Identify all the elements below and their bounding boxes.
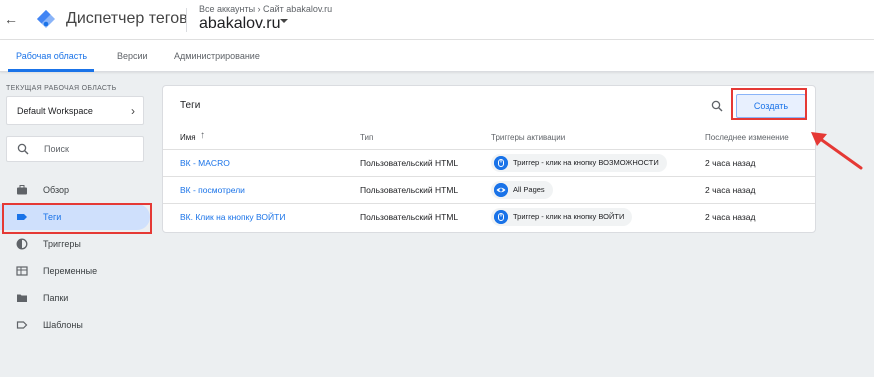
briefcase-icon [17, 185, 27, 195]
search-input[interactable]: Поиск [6, 136, 144, 162]
caret-down-icon[interactable] [280, 19, 288, 23]
column-header-modified[interactable]: Последнее изменение [705, 133, 789, 143]
template-icon [16, 321, 28, 329]
tags-card: Теги Создать Имя ↑ Тип Триггеры активаци… [162, 85, 816, 233]
folder-icon [17, 294, 27, 302]
app-header: ← Диспетчер тегов Все аккаунты › Сайт ab… [0, 0, 874, 40]
sidebar-item-templates[interactable]: Шаблоны [0, 312, 150, 338]
sidebar-item-folders[interactable]: Папки [0, 285, 150, 311]
table-row[interactable]: ВК. Клик на кнопку ВОЙТИ Пользовательски… [163, 203, 815, 230]
search-placeholder: Поиск [44, 144, 69, 154]
column-header-name[interactable]: Имя [180, 133, 196, 143]
sidebar-item-variables[interactable]: Переменные [0, 258, 150, 284]
app-title: Диспетчер тегов [66, 10, 188, 27]
tag-name-link[interactable]: ВК - посмотрели [180, 185, 245, 196]
sort-arrow-up-icon[interactable]: ↑ [200, 130, 205, 142]
table-row[interactable]: ВК - MACRO Пользовательский HTML Триггер… [163, 149, 815, 176]
trigger-label: Триггер - клик на кнопку ВОЗМОЖНОСТИ [513, 158, 659, 167]
container-selector[interactable]: abakalov.ru [199, 15, 281, 33]
sidebar-item-label: Переменные [43, 266, 98, 276]
sidebar-item-triggers[interactable]: Триггеры [0, 231, 150, 257]
breadcrumb[interactable]: Все аккаунты › Сайт abakalov.ru [199, 4, 332, 14]
active-tab-indicator [8, 69, 94, 72]
tag-name-link[interactable]: ВК. Клик на кнопку ВОЙТИ [180, 212, 285, 223]
tag-name-link[interactable]: ВК - MACRO [180, 158, 230, 169]
sidebar-item-label: Обзор [43, 185, 69, 195]
sidebar-item-overview[interactable]: Обзор [0, 177, 150, 203]
trigger-chip[interactable]: All Pages [491, 181, 553, 199]
sidebar-item-label: Шаблоны [43, 320, 83, 330]
modified-time: 2 часа назад [705, 212, 756, 222]
click-icon [494, 156, 508, 170]
tab-bar: Рабочая область Версии Администрирование [0, 40, 874, 72]
trigger-label: Триггер - клик на кнопку ВОЙТИ [513, 212, 625, 221]
tab-admin[interactable]: Администрирование [174, 50, 260, 62]
eye-icon [494, 183, 508, 197]
sidebar-item-label: Триггеры [43, 239, 81, 249]
tag-type: Пользовательский HTML [360, 185, 459, 195]
back-arrow-icon[interactable]: ← [4, 9, 18, 29]
modified-time: 2 часа назад [705, 158, 756, 168]
workspace-name: Default Workspace [17, 106, 93, 116]
workspace-label: ТЕКУЩАЯ РАБОЧАЯ ОБЛАСТЬ [6, 85, 117, 92]
highlight-frame-create [731, 88, 807, 120]
sidebar-item-label: Папки [43, 293, 69, 303]
tab-workspace[interactable]: Рабочая область [16, 50, 87, 62]
trigger-icon [16, 238, 28, 250]
card-title: Теги [180, 100, 201, 111]
modified-time: 2 часа назад [705, 185, 756, 195]
tag-type: Пользовательский HTML [360, 212, 459, 222]
trigger-label: All Pages [513, 185, 545, 194]
workspace-selector[interactable]: Default Workspace › [6, 96, 144, 125]
trigger-chip[interactable]: Триггер - клик на кнопку ВОЗМОЖНОСТИ [491, 154, 667, 172]
highlight-frame-tags [2, 203, 152, 234]
column-header-triggers[interactable]: Триггеры активации [491, 133, 565, 143]
variables-icon [16, 266, 28, 276]
column-header-type[interactable]: Тип [360, 133, 373, 143]
header-divider [186, 8, 187, 32]
search-icon [17, 143, 29, 155]
gtm-logo-icon [37, 10, 55, 28]
chevron-right-icon: › [131, 104, 135, 118]
search-icon[interactable] [711, 100, 723, 112]
tab-versions[interactable]: Версии [117, 50, 148, 62]
click-icon [494, 210, 508, 224]
tag-type: Пользовательский HTML [360, 158, 459, 168]
table-row[interactable]: ВК - посмотрели Пользовательский HTML Al… [163, 176, 815, 203]
red-arrow-annotation [811, 132, 863, 170]
trigger-chip[interactable]: Триггер - клик на кнопку ВОЙТИ [491, 208, 633, 226]
